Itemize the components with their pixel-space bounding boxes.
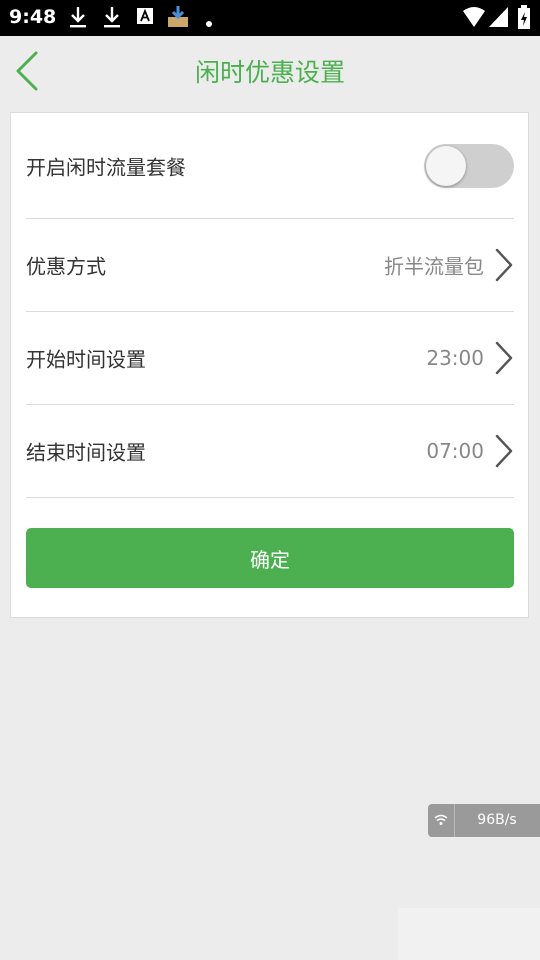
dot-icon [205,13,213,32]
chevron-right-icon [495,341,513,375]
idle-plan-toggle[interactable] [424,143,514,188]
status-time: 9:48 [9,6,57,28]
signal-icon [488,5,510,33]
download-icon [68,5,88,33]
text-a-icon [136,5,154,31]
start-time-value: 23:00 [426,346,484,370]
start-time-label: 开始时间设置 [26,347,146,372]
chevron-right-icon [495,248,513,282]
network-speed-text: 96B/s [477,812,517,828]
chevron-right-icon [495,434,513,468]
network-speed-widget[interactable]: 96B/s [428,804,540,837]
inbox-download-icon [166,5,190,33]
battery-icon [517,5,531,35]
idle-plan-toggle-row[interactable]: 开启闲时流量套餐 [26,113,514,219]
end-time-row[interactable]: 结束时间设置 07:00 [26,405,514,498]
start-time-row[interactable]: 开始时间设置 23:00 [26,312,514,405]
discount-mode-row[interactable]: 优惠方式 折半流量包 [26,219,514,312]
status-bar: 9:48 [0,0,540,36]
idle-plan-toggle-label: 开启闲时流量套餐 [26,155,186,179]
discount-mode-value: 折半流量包 [384,254,484,279]
settings-card: 开启闲时流量套餐 优惠方式 折半流量包 开始时间设置 23:00 结束时间设置 … [10,112,529,618]
end-time-label: 结束时间设置 [26,440,146,465]
faint-overlay [398,908,540,960]
toggle-knob [426,145,466,186]
wifi-icon [462,5,486,33]
confirm-button[interactable]: 确定 [26,528,514,588]
download-icon [102,5,122,33]
page-title: 闲时优惠设置 [194,58,345,87]
end-time-value: 07:00 [426,439,484,463]
wifi-icon [428,804,455,837]
discount-mode-label: 优惠方式 [26,254,106,279]
title-bar: 闲时优惠设置 [0,36,540,106]
